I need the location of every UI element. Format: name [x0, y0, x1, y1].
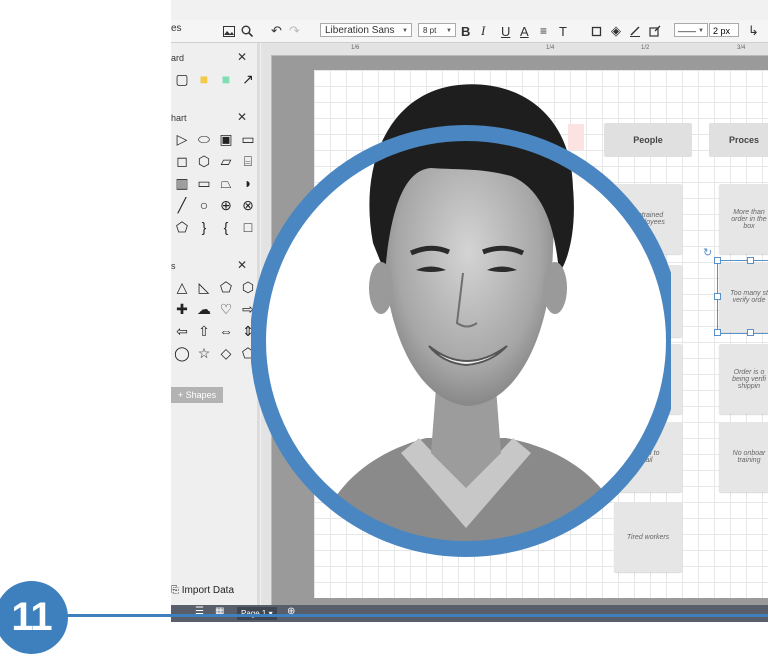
connector-icon[interactable]: ↳ — [748, 22, 759, 40]
manual-op-shape[interactable]: ⏢ — [215, 172, 237, 194]
pentagon-shape[interactable]: ⬠ — [215, 276, 237, 298]
card-more-than-order[interactable]: More than order in the box — [719, 184, 768, 254]
font-size-select[interactable]: 8 pt ▼ — [418, 23, 456, 37]
card-no-onboarding[interactable]: No onboar training — [719, 422, 768, 492]
rectangle-shape[interactable]: ▢ — [171, 68, 193, 90]
section-title: s — [171, 261, 176, 271]
section-standard: ard ✕ ▢ ■ ■ ↗ — [171, 48, 257, 90]
section-header[interactable]: hart ✕ — [171, 108, 257, 128]
close-icon[interactable]: ✕ — [237, 50, 247, 64]
triangle-shape[interactable]: △ — [171, 276, 193, 298]
manual-input-shape[interactable]: ◻ — [171, 150, 193, 172]
cross-shape[interactable]: ✚ — [171, 298, 193, 320]
text-style-button[interactable]: T — [559, 22, 567, 40]
import-label: Import Data — [181, 585, 235, 596]
image-icon[interactable] — [223, 22, 235, 40]
panel-title: es — [171, 23, 182, 34]
offpage-shape[interactable]: ⬠ — [171, 216, 193, 238]
style-settings-icon[interactable] — [649, 22, 661, 40]
tape-shape[interactable]: ▭ — [193, 172, 215, 194]
chevron-down-icon: ▼ — [698, 28, 704, 34]
selection-box[interactable] — [717, 260, 768, 334]
section-shapes: s ✕ △ ◺ ⬠ ⬡ ✚ ☁ ♡ ⇨ ⇦ ⇧ ⇔ ⇕ ◯ ☆ ◇ ⬠ — [171, 256, 257, 364]
rotate-handle-icon[interactable]: ↻ — [703, 246, 712, 259]
section-header[interactable]: s ✕ — [171, 256, 257, 276]
close-icon[interactable]: ✕ — [237, 110, 247, 124]
underline-button[interactable]: U — [501, 22, 510, 40]
import-data-button[interactable]: ⎘ Import Data — [171, 585, 234, 596]
brace-shape[interactable]: } — [193, 216, 215, 238]
resize-handle[interactable] — [714, 329, 721, 336]
undo-icon[interactable]: ↶ — [271, 22, 282, 40]
close-icon[interactable]: ✕ — [237, 258, 247, 272]
predefined-shape[interactable]: ▥ — [171, 172, 193, 194]
line-color-icon[interactable] — [629, 22, 641, 40]
section-title: hart — [171, 113, 187, 123]
resize-handle[interactable] — [714, 257, 721, 264]
double-arrow-shape[interactable]: ⇔ — [215, 320, 237, 342]
terminator-shape[interactable]: ⬭ — [193, 128, 215, 150]
note-shape[interactable]: ■ — [193, 68, 215, 90]
section-title: ard — [171, 53, 185, 63]
font-family-select[interactable]: Liberation Sans ▼ — [320, 23, 412, 37]
heart-shape[interactable]: ♡ — [215, 298, 237, 320]
portrait-overlay — [251, 84, 671, 557]
resize-handle[interactable] — [747, 329, 754, 336]
line-width-select[interactable]: 2 px — [709, 23, 739, 37]
preparation-shape[interactable]: ⬡ — [193, 150, 215, 172]
italic-button[interactable]: I — [481, 22, 485, 40]
right-ear — [543, 262, 567, 314]
star-shape[interactable]: ☆ — [193, 342, 215, 364]
add-shapes-button[interactable]: + Shapes — [171, 387, 223, 403]
ruler-mark: 1/4 — [546, 45, 555, 51]
text-color-button[interactable]: A — [520, 22, 529, 40]
align-icon[interactable]: ≡ — [540, 22, 547, 40]
diamond-shape[interactable]: ◇ — [215, 342, 237, 364]
circle-shape[interactable]: ◯ — [171, 342, 193, 364]
bold-button[interactable]: B — [461, 22, 470, 40]
line-style-select[interactable]: —— ▼ — [674, 23, 708, 37]
number-underline — [60, 614, 768, 617]
line-style-preview: —— — [678, 26, 696, 36]
redo-icon[interactable]: ↷ — [289, 22, 300, 40]
ruler-mark: 1/2 — [641, 45, 650, 51]
section-header[interactable]: ard ✕ — [171, 48, 257, 68]
decision-shape[interactable]: ▷ — [171, 128, 193, 150]
shape-grid: △ ◺ ⬠ ⬡ ✚ ☁ ♡ ⇨ ⇦ ⇧ ⇔ ⇕ ◯ ☆ ◇ ⬠ — [171, 276, 257, 364]
block-shape[interactable]: ■ — [215, 68, 237, 90]
right-triangle-shape[interactable]: ◺ — [193, 276, 215, 298]
left-arrow-shape[interactable]: ⇦ — [171, 320, 193, 342]
top-toolbar: es ↶ ↷ Liberation Sans ▼ 8 pt ▼ B I U A ≡ … — [171, 20, 768, 43]
cloud-shape[interactable]: ☁ — [193, 298, 215, 320]
font-family-value: Liberation Sans — [325, 25, 395, 36]
font-size-value: 8 pt — [423, 26, 437, 35]
top-ruler: 1/6 1/4 1/2 3/4 — [261, 43, 768, 56]
resize-handle[interactable] — [714, 293, 721, 300]
header-process[interactable]: Proces — [709, 123, 768, 157]
shape-library-panel: ard ✕ ▢ ■ ■ ↗ hart ✕ ▷ ⬭ ▣ ▭ ◻ ⬡ ▱ ⌸ ▥ ▭… — [171, 43, 258, 605]
section-flowchart: hart ✕ ▷ ⬭ ▣ ▭ ◻ ⬡ ▱ ⌸ ▥ ▭ ⏢ ◗ ╱ ○ ⊕ ⊗ ⬠ — [171, 108, 257, 238]
summing-shape[interactable]: ⊕ — [215, 194, 237, 216]
card-order-verified[interactable]: Order is o being verifi shippin — [719, 344, 768, 414]
step-number-badge: 11 — [0, 581, 68, 654]
shape-border-icon[interactable] — [591, 22, 602, 40]
search-icon[interactable] — [241, 22, 253, 40]
ruler-mark: 1/6 — [351, 45, 360, 51]
left-ear — [369, 262, 393, 314]
data-shape[interactable]: ▱ — [215, 150, 237, 172]
up-arrow-shape[interactable]: ⇧ — [193, 320, 215, 342]
chevron-down-icon: ▼ — [446, 28, 452, 34]
resize-handle[interactable] — [747, 257, 754, 264]
line-width-value: 2 px — [713, 26, 731, 36]
chevron-down-icon: ▼ — [402, 28, 408, 34]
fill-bucket-icon[interactable]: ◈ — [611, 22, 621, 40]
import-icon: ⎘ — [171, 585, 182, 596]
ruler-mark: 3/4 — [737, 45, 746, 51]
line-shape[interactable]: ╱ — [171, 194, 193, 216]
annotation-shape[interactable]: { — [215, 216, 237, 238]
process-shape[interactable]: ▣ — [215, 128, 237, 150]
connector-shape[interactable]: ○ — [193, 194, 215, 216]
shape-grid: ▷ ⬭ ▣ ▭ ◻ ⬡ ▱ ⌸ ▥ ▭ ⏢ ◗ ╱ ○ ⊕ ⊗ ⬠ } { □ — [171, 128, 257, 238]
shape-grid: ▢ ■ ■ ↗ — [171, 68, 257, 90]
